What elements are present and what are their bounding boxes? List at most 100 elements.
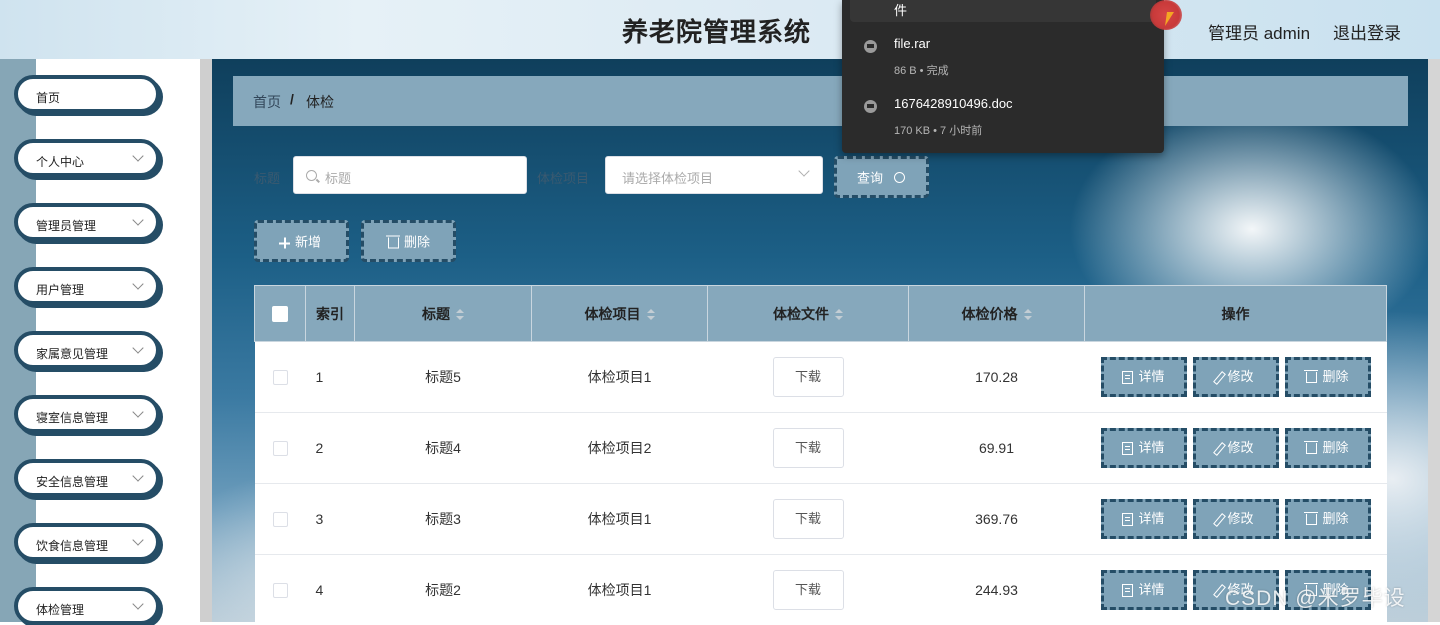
detail-button[interactable]: 详情 (1100, 428, 1187, 468)
app-title: 养老院管理系统 (622, 17, 812, 47)
index-cell: 4 (305, 554, 355, 622)
download-button[interactable]: 下载 (772, 570, 844, 610)
plus-icon (279, 237, 290, 249)
detail-label: 详情 (1138, 582, 1165, 597)
page-scrollbar[interactable] (1428, 59, 1440, 622)
file-icon (864, 100, 877, 113)
pencil-icon (1213, 370, 1227, 385)
price-cell: 369.76 (908, 483, 1085, 555)
edit-button[interactable]: 修改 (1192, 499, 1279, 539)
download-button[interactable]: 下载 (772, 357, 844, 397)
sidebar-item-label: 饮食信息管理 (36, 539, 109, 553)
column-header-item[interactable]: 体检项目 (531, 285, 708, 342)
logout-link[interactable]: 退出登录 (1333, 19, 1401, 44)
item-select-placeholder: 请选择体检项目 (622, 171, 714, 186)
download-file-name: 1676428910496.doc (894, 96, 1013, 111)
file-cell: 下载 (707, 412, 909, 484)
column-header-price[interactable]: 体检价格 (908, 285, 1085, 342)
download-item[interactable]: file.rar 86 B • 完成 (842, 34, 1164, 92)
sort-icon[interactable] (646, 308, 655, 321)
column-header-actions: 操作 (1084, 285, 1387, 342)
edit-label: 修改 (1227, 511, 1254, 526)
sidebar-item-label: 用户管理 (36, 283, 85, 297)
edit-label: 修改 (1227, 369, 1254, 384)
download-file-name: file.rar (894, 36, 931, 51)
detail-button[interactable]: 详情 (1100, 570, 1187, 610)
item-cell: 体检项目1 (531, 554, 708, 622)
download-item-partial[interactable]: 件 (850, 0, 1156, 22)
delete-button[interactable]: 删除 (1284, 428, 1371, 468)
sidebar-item-family-feedback[interactable]: 家属意见管理 (14, 331, 160, 369)
document-icon (1122, 513, 1134, 527)
file-cell: 下载 (707, 483, 909, 555)
sort-icon[interactable] (1023, 308, 1032, 321)
item-select[interactable]: 请选择体检项目 (605, 156, 823, 194)
row-select-cell (254, 554, 306, 622)
sidebar-item-user-management[interactable]: 用户管理 (14, 267, 160, 305)
current-user-label: 管理员 admin (1208, 24, 1311, 43)
select-all-checkbox[interactable] (272, 306, 288, 323)
sidebar-item-personal-center[interactable]: 个人中心 (14, 139, 160, 177)
title-input-placeholder: 标题 (325, 171, 352, 186)
sidebar-item-safety-info[interactable]: 安全信息管理 (14, 459, 160, 497)
chevron-down-icon (132, 342, 144, 354)
row-select-cell (254, 341, 306, 413)
index-cell: 1 (305, 341, 355, 413)
bulk-delete-button[interactable]: 删除 (361, 220, 456, 262)
row-select-cell (254, 412, 306, 484)
actions-cell: 详情 修改 删除 (1084, 341, 1387, 413)
title-search-input[interactable]: 标题 (293, 156, 527, 194)
chevron-down-icon (132, 214, 144, 226)
pencil-icon (1213, 512, 1227, 527)
detail-button[interactable]: 详情 (1100, 357, 1187, 397)
download-item[interactable]: 1676428910496.doc 170 KB • 7 小时前 (842, 94, 1164, 152)
chevron-down-icon (132, 534, 144, 546)
download-button[interactable]: 下载 (772, 428, 844, 468)
table-row: 2 标题4 体检项目2 下载 69.91 详情 修改 删除 (254, 412, 1387, 484)
title-cell: 标题2 (354, 554, 532, 622)
row-checkbox[interactable] (272, 583, 288, 599)
row-checkbox[interactable] (272, 370, 288, 386)
column-header-file[interactable]: 体检文件 (707, 285, 909, 342)
price-cell: 244.93 (908, 554, 1085, 622)
actions-cell: 详情 修改 删除 (1084, 483, 1387, 555)
row-checkbox[interactable] (272, 441, 288, 457)
file-icon (864, 40, 877, 53)
query-button-label: 查询 (857, 170, 884, 186)
detail-label: 详情 (1138, 511, 1165, 526)
file-cell: 下载 (707, 341, 909, 413)
row-checkbox[interactable] (272, 512, 288, 528)
sidebar-item-diet-info[interactable]: 饮食信息管理 (14, 523, 160, 561)
sort-icon[interactable] (835, 308, 843, 321)
query-button[interactable]: 查询 (834, 156, 929, 198)
pencil-icon (1213, 441, 1227, 456)
search-icon (306, 170, 317, 181)
breadcrumb-home[interactable]: 首页 (253, 92, 281, 112)
delete-button[interactable]: 删除 (1284, 499, 1371, 539)
sidebar-item-checkup[interactable]: 体检管理 (14, 587, 160, 625)
sidebar-item-label: 管理员管理 (36, 219, 97, 233)
sidebar-scrollbar[interactable] (200, 59, 212, 622)
sidebar-item-admin-management[interactable]: 管理员管理 (14, 203, 160, 241)
sidebar-item-dorm-info[interactable]: 寝室信息管理 (14, 395, 160, 433)
chevron-down-icon (132, 406, 144, 418)
table-row: 3 标题3 体检项目1 下载 369.76 详情 修改 删除 (254, 483, 1387, 555)
add-button-label: 新增 (295, 234, 322, 250)
document-icon (1122, 442, 1134, 456)
edit-button[interactable]: 修改 (1192, 428, 1279, 468)
trash-icon (386, 235, 400, 249)
download-button[interactable]: 下载 (772, 499, 844, 539)
column-header-title[interactable]: 标题 (354, 285, 532, 342)
watermark: CSDN @米罗毕设 (1225, 587, 1406, 610)
sidebar-item-label: 安全信息管理 (36, 475, 109, 489)
detail-button[interactable]: 详情 (1100, 499, 1187, 539)
sidebar-item-home[interactable]: 首页 (14, 75, 160, 113)
breadcrumb-current: 体检 (306, 94, 334, 110)
edit-button[interactable]: 修改 (1192, 357, 1279, 397)
document-icon (1122, 371, 1134, 385)
add-button[interactable]: 新增 (254, 220, 349, 262)
column-label: 索引 (316, 305, 344, 322)
column-label: 体检文件 (773, 305, 829, 322)
delete-button[interactable]: 删除 (1284, 357, 1371, 397)
sort-icon[interactable] (456, 308, 464, 321)
